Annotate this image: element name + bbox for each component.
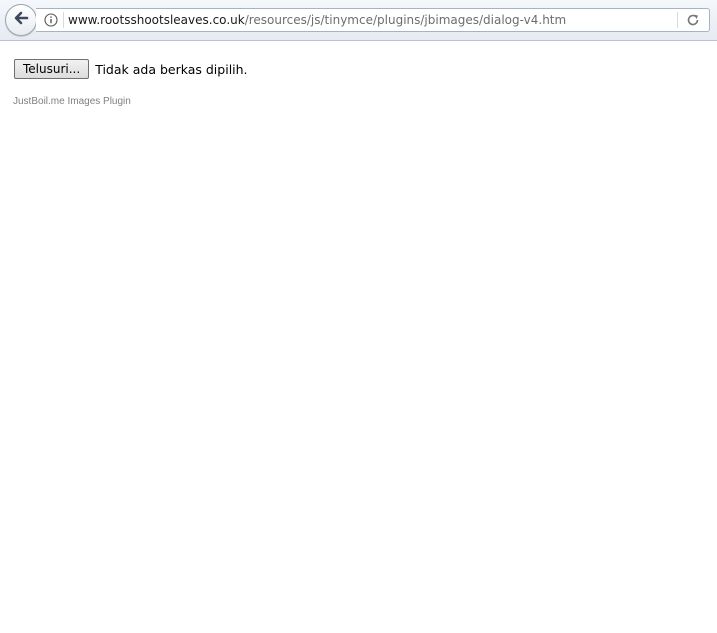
back-arrow-icon <box>12 9 30 31</box>
url-text[interactable]: www.rootsshootsleaves.co.uk/resources/js… <box>68 12 566 28</box>
page-content: Telusuri... Tidak ada berkas dipilih. Ju… <box>0 41 717 633</box>
plugin-credit: JustBoil.me Images Plugin <box>13 96 131 107</box>
reload-icon <box>687 14 699 26</box>
address-bar[interactable]: www.rootsshootsleaves.co.uk/resources/js… <box>36 8 710 32</box>
info-icon[interactable] <box>43 12 59 28</box>
reload-button[interactable] <box>685 12 701 28</box>
url-domain: www.rootsshootsleaves.co.uk <box>68 13 245 27</box>
file-status-text: Tidak ada berkas dipilih. <box>95 61 248 77</box>
back-button[interactable] <box>5 4 37 36</box>
url-path: /resources/js/tinymce/plugins/jbimages/d… <box>244 13 567 27</box>
url-separator <box>63 12 64 28</box>
reload-separator <box>677 12 678 28</box>
browse-button[interactable]: Telusuri... <box>14 59 90 79</box>
browser-toolbar: www.rootsshootsleaves.co.uk/resources/js… <box>0 0 717 41</box>
file-upload-control: Telusuri... Tidak ada berkas dipilih. <box>14 59 248 79</box>
